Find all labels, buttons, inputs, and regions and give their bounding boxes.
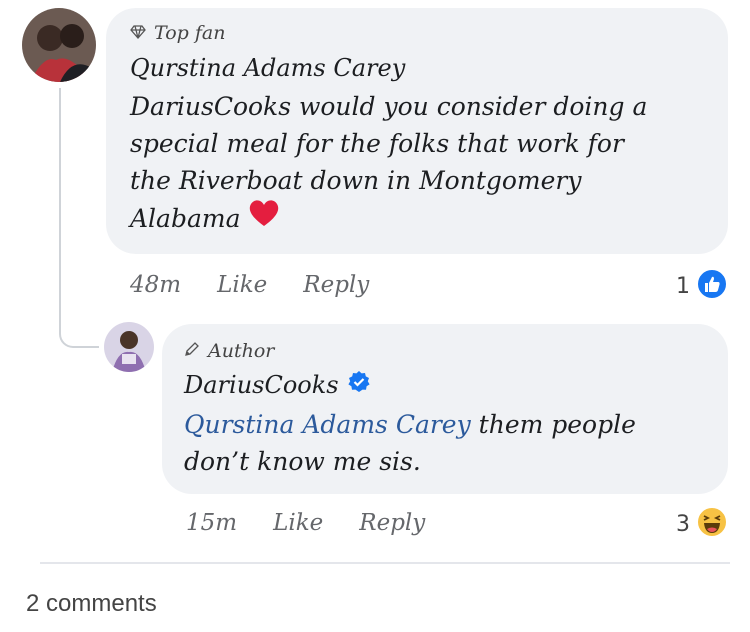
timestamp: 15m	[186, 510, 238, 536]
comments-count[interactable]: 2 comments	[26, 590, 157, 618]
comment-line: Alabama	[130, 203, 241, 233]
badge-label: Top fan	[154, 22, 226, 44]
reaction-count: 3	[676, 511, 690, 537]
mention-link[interactable]: Qurstina Adams Carey	[184, 410, 471, 439]
diamond-icon	[130, 22, 146, 44]
comment-meta: 48m Like Reply	[130, 272, 369, 298]
avatar-qurstina[interactable]	[22, 8, 96, 82]
like-icon	[696, 268, 728, 304]
comment-line: special meal for the folks that work for	[130, 129, 624, 158]
comment-line: don’t know me sis.	[184, 447, 421, 476]
author-name[interactable]: DariusCooks	[184, 371, 339, 399]
comment-line: DariusCooks would you consider doing a	[130, 92, 648, 121]
haha-icon	[696, 506, 728, 542]
reaction-summary[interactable]: 3	[676, 506, 728, 542]
badge-label: Author	[208, 340, 275, 362]
reaction-count: 1	[676, 273, 690, 299]
comment-text: DariusCooks would you consider doing a s…	[130, 88, 720, 237]
reply-button[interactable]: Reply	[303, 272, 369, 298]
comment-line: the Riverboat down in Montgomery	[130, 166, 582, 195]
like-button[interactable]: Like	[273, 510, 323, 536]
heart-icon	[248, 199, 280, 237]
like-button[interactable]: Like	[217, 272, 267, 298]
comment-line: them people	[470, 410, 636, 439]
thread-connector	[59, 88, 99, 348]
reply-button[interactable]: Reply	[359, 510, 425, 536]
reaction-summary[interactable]: 1	[676, 268, 728, 304]
comment-text: Qurstina Adams Carey them people don’t k…	[184, 406, 724, 480]
comment-author[interactable]: DariusCooks	[184, 370, 371, 400]
comment-author[interactable]: Qurstina Adams Carey	[130, 54, 405, 82]
divider	[40, 562, 730, 564]
verified-badge-icon	[347, 370, 371, 400]
pencil-icon	[184, 340, 200, 362]
author-badge: Author	[184, 340, 274, 362]
avatar-dariuscooks[interactable]	[104, 322, 154, 372]
top-fan-badge: Top fan	[130, 22, 225, 44]
comment-meta: 15m Like Reply	[186, 510, 425, 536]
timestamp: 48m	[130, 272, 182, 298]
